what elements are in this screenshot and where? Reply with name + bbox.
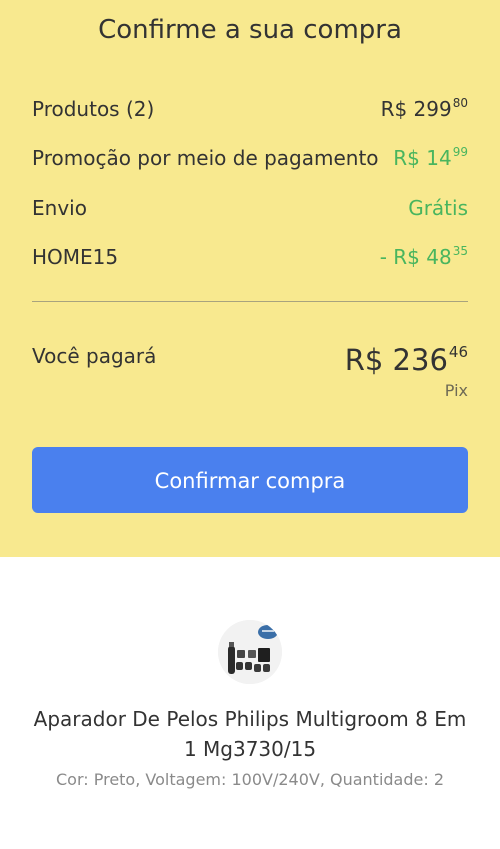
payment-method: Pix — [444, 381, 468, 400]
summary-row-shipping: Envio Grátis — [32, 193, 468, 223]
total-amount: R$ 23646 — [344, 343, 468, 377]
products-label: Produtos (2) — [32, 97, 155, 121]
hair-trimmer-kit-icon — [218, 620, 282, 684]
coupon-label: HOME15 — [32, 245, 119, 269]
shipping-label: Envio — [32, 196, 87, 220]
purchase-summary-panel: Confirme a sua compra Produtos (2) R$ 29… — [0, 0, 500, 557]
total-label: Você pagará — [32, 344, 157, 368]
summary-row-products: Produtos (2) R$ 29980 — [32, 94, 468, 124]
payment-promo-label: Promoção por meio de pagamento — [32, 146, 379, 170]
products-value: R$ 29980 — [380, 96, 468, 121]
summary-row-coupon: HOME15 - R$ 4835 — [32, 242, 468, 272]
product-thumbnail — [218, 620, 282, 684]
page-title: Confirme a sua compra — [98, 15, 402, 45]
confirm-purchase-button[interactable]: Confirmar compra — [32, 447, 468, 513]
payment-promo-value: R$ 1499 — [393, 145, 468, 170]
product-attributes: Cor: Preto, Voltagem: 100V/240V, Quantid… — [55, 770, 445, 789]
shipping-value: Grátis — [408, 196, 468, 220]
product-name: Aparador De Pelos Philips Multigroom 8 E… — [33, 707, 467, 761]
summary-divider — [32, 301, 468, 302]
summary-row-payment-promo: Promoção por meio de pagamento R$ 1499 — [32, 143, 468, 173]
coupon-value: - R$ 4835 — [379, 244, 468, 269]
